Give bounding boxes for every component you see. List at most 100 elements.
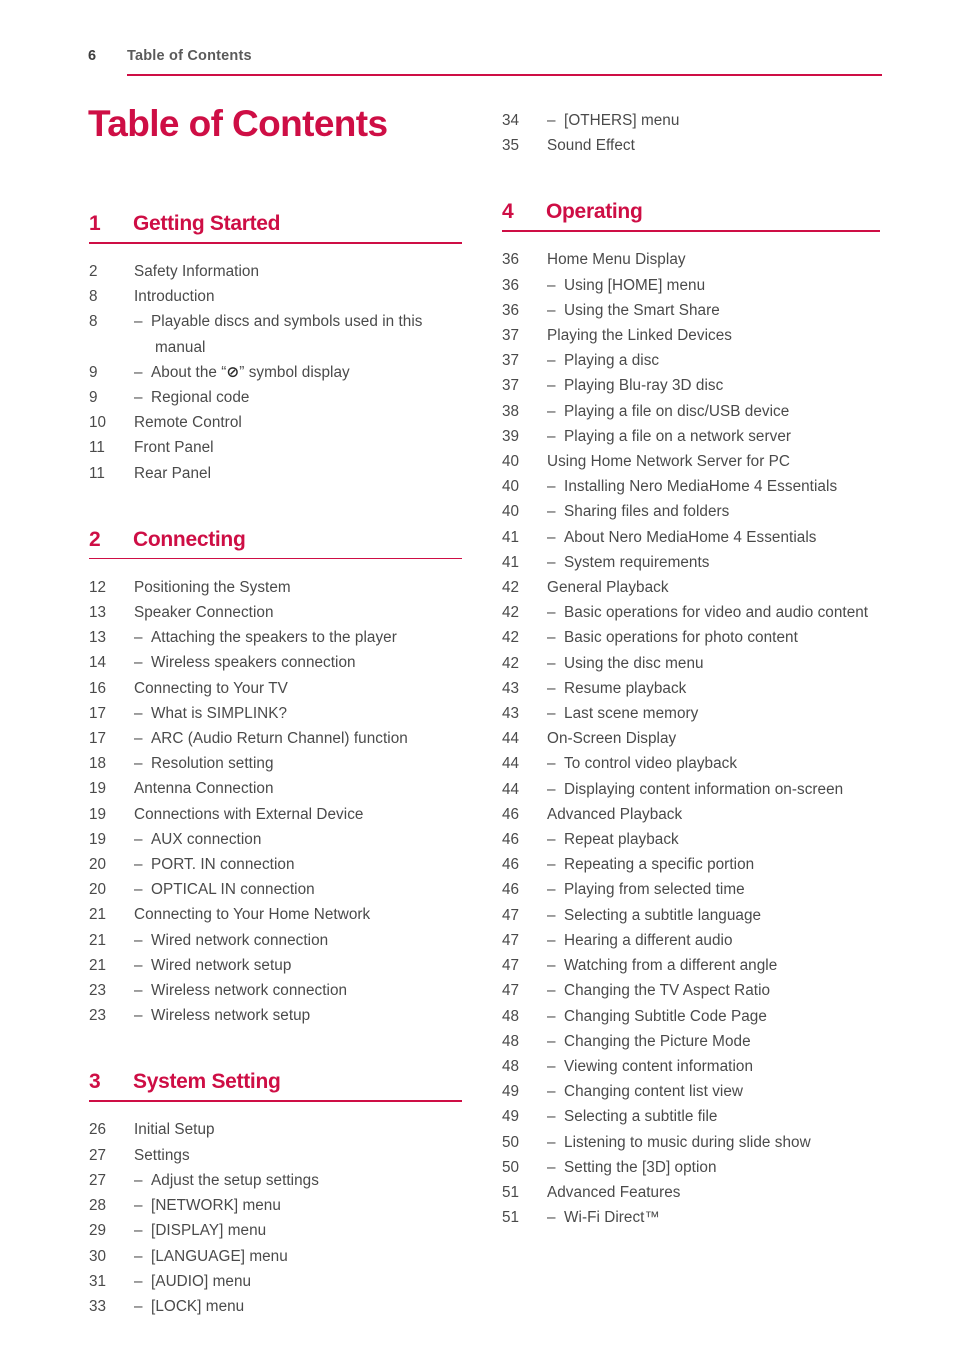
toc-entry-page-number: 10 <box>89 414 107 432</box>
toc-entry-page-number: 26 <box>89 1121 107 1139</box>
toc-entry[interactable]: 29 – [DISPLAY] menu <box>88 1218 464 1243</box>
toc-entry[interactable]: 42 – Basic operations for video and audio… <box>501 600 882 625</box>
toc-section: 4 Operating 36 Home Menu Display 36 – Using [… <box>501 200 882 1230</box>
toc-entry-title: – Sharing files and folders <box>547 503 730 521</box>
toc-entry[interactable]: 40 Using Home Network Server for PC <box>501 449 882 474</box>
toc-entry[interactable]: 46 – Playing from selected time <box>501 877 882 902</box>
toc-entry[interactable]: 42 – Using the disc menu <box>501 651 882 676</box>
toc-entry[interactable]: 48 – Changing Subtitle Code Page <box>501 1004 882 1029</box>
toc-entry[interactable]: 20 – OPTICAL IN connection <box>88 877 464 902</box>
toc-entry[interactable]: 37 Playing the Linked Devices <box>501 323 882 348</box>
toc-entry[interactable]: 47 – Watching from a different angle <box>501 953 882 978</box>
toc-entry-page-number: 40 <box>502 453 520 471</box>
toc-sub-dash: – <box>547 1108 565 1126</box>
toc-entry[interactable]: 48 – Viewing content information <box>501 1054 882 1079</box>
toc-entry[interactable]: 17 – What is SIMPLINK? <box>88 701 464 726</box>
toc-entry[interactable]: 31 – [AUDIO] menu <box>88 1269 464 1294</box>
toc-entry-title: – Playing a file on disc/USB device <box>547 402 790 420</box>
toc-entry[interactable]: 2 Safety Information <box>88 259 464 284</box>
toc-entry[interactable]: 19 – AUX connection <box>88 827 464 852</box>
toc-entry[interactable]: 12 Positioning the System <box>88 575 464 600</box>
toc-entry[interactable]: 17 – ARC (Audio Return Channel) function <box>88 726 464 751</box>
toc-sub-dash: – <box>547 604 565 622</box>
toc-entry[interactable]: 33 – [LOCK] menu <box>88 1294 464 1319</box>
toc-entry[interactable]: 49 – Changing content list view <box>501 1079 882 1104</box>
toc-entry[interactable]: 11 Rear Panel <box>88 461 464 486</box>
toc-entry[interactable]: 51 – Wi-Fi Direct™ <box>501 1205 882 1230</box>
toc-entry[interactable]: 19 Connections with External Device <box>88 802 464 827</box>
page-number: 6 <box>88 48 97 64</box>
toc-entry-title: – Repeating a specific portion <box>547 856 755 874</box>
toc-entry[interactable]: 42 General Playback <box>501 575 882 600</box>
toc-entry[interactable]: 13 – Attaching the speakers to the player <box>88 625 464 650</box>
toc-entry[interactable]: 13 Speaker Connection <box>88 600 464 625</box>
toc-entry[interactable]: 23 – Wireless network setup <box>88 1003 464 1028</box>
toc-entry[interactable]: 40 – Installing Nero MediaHome 4 Essentia… <box>501 474 882 499</box>
toc-entry[interactable]: 39 – Playing a file on a network server <box>501 424 882 449</box>
toc-entry[interactable]: 46 Advanced Playback <box>501 802 882 827</box>
toc-entry-page-number: 47 <box>502 931 520 949</box>
toc-entry[interactable]: 37 – Playing a disc <box>501 348 882 373</box>
toc-entry[interactable]: 8 Introduction <box>88 284 464 309</box>
toc-entry[interactable]: 41 – About Nero MediaHome 4 Essentials <box>501 525 882 550</box>
toc-entry[interactable]: 27 Settings <box>88 1143 464 1168</box>
toc-entry[interactable]: 49 – Selecting a subtitle file <box>501 1104 882 1129</box>
toc-entry-page-number: 13 <box>89 604 107 622</box>
toc-entry-title: Connections with External Device <box>134 805 364 823</box>
toc-entry-title: – Wireless network setup <box>134 1007 311 1025</box>
toc-entry[interactable]: 37 – Playing Blu-ray 3D disc <box>501 373 882 398</box>
toc-entry-title: – Adjust the setup settings <box>134 1171 319 1189</box>
toc-entry[interactable]: 34 – [OTHERS] menu <box>501 108 882 133</box>
toc-entry[interactable]: 36 – Using [HOME] menu <box>501 273 882 298</box>
toc-entry[interactable]: 20 – PORT. IN connection <box>88 852 464 877</box>
toc-entry[interactable]: 18 – Resolution setting <box>88 751 464 776</box>
toc-entry[interactable]: 48 – Changing the Picture Mode <box>501 1029 882 1054</box>
toc-entry[interactable]: 43 – Resume playback <box>501 676 882 701</box>
toc-entry[interactable]: 47 – Hearing a different audio <box>501 928 882 953</box>
toc-entry[interactable]: 43 – Last scene memory <box>501 701 882 726</box>
toc-entry[interactable]: 10 Remote Control <box>88 410 464 435</box>
toc-entry[interactable]: 26 Initial Setup <box>88 1117 464 1142</box>
toc-entry[interactable]: 21 – Wired network setup <box>88 953 464 978</box>
toc-entry[interactable]: 8 – Playable discs and symbols used in th… <box>88 309 464 359</box>
toc-entry-page-number: 37 <box>502 377 520 395</box>
toc-entry[interactable]: 46 – Repeat playback <box>501 827 882 852</box>
toc-entry[interactable]: 11 Front Panel <box>88 435 464 460</box>
toc-entry-title: Connecting to Your Home Network <box>134 906 371 924</box>
toc-column-left: 1 Getting Started 2 Safety Information 8 Intr… <box>88 212 464 1319</box>
toc-entry[interactable]: 19 Antenna Connection <box>88 776 464 801</box>
running-header-title: Table of Contents <box>127 48 252 64</box>
toc-sub-dash: – <box>134 1247 152 1265</box>
toc-entry[interactable]: 30 – [LANGUAGE] menu <box>88 1244 464 1269</box>
toc-entry[interactable]: 23 – Wireless network connection <box>88 978 464 1003</box>
toc-entry[interactable]: 50 – Setting the [3D] option <box>501 1155 882 1180</box>
toc-entry[interactable]: 47 – Selecting a subtitle language <box>501 903 882 928</box>
toc-entry[interactable]: 40 – Sharing files and folders <box>501 499 882 524</box>
toc-entry[interactable]: 47 – Changing the TV Aspect Ratio <box>501 978 882 1003</box>
toc-entry[interactable]: 44 On-Screen Display <box>501 726 882 751</box>
toc-entry[interactable]: 44 – Displaying content information on-sc… <box>501 777 882 802</box>
toc-entry[interactable]: 16 Connecting to Your TV <box>88 676 464 701</box>
toc-entry[interactable]: 38 – Playing a file on disc/USB device <box>501 399 882 424</box>
toc-entry-title: – Using the Smart Share <box>547 301 720 319</box>
toc-entry-title: – Selecting a subtitle language <box>547 906 762 924</box>
toc-entry-title: Home Menu Display <box>547 251 686 269</box>
toc-entry[interactable]: 44 – To control video playback <box>501 751 882 776</box>
toc-entry[interactable]: 27 – Adjust the setup settings <box>88 1168 464 1193</box>
toc-entry[interactable]: 51 Advanced Features <box>501 1180 882 1205</box>
toc-entry[interactable]: 46 – Repeating a specific portion <box>501 852 882 877</box>
toc-entry[interactable]: 36 – Using the Smart Share <box>501 298 882 323</box>
toc-entry[interactable]: 50 – Listening to music during slide show <box>501 1130 882 1155</box>
toc-entry[interactable]: 42 – Basic operations for photo content <box>501 625 882 650</box>
toc-entry[interactable]: 28 – [NETWORK] menu <box>88 1193 464 1218</box>
toc-entry[interactable]: 21 – Wired network connection <box>88 928 464 953</box>
toc-entry[interactable]: 41 – System requirements <box>501 550 882 575</box>
toc-entry[interactable]: 9 – Regional code <box>88 385 464 410</box>
toc-section-rule <box>502 230 880 232</box>
toc-entry[interactable]: 9 – About the “⊘” symbol display <box>88 360 464 385</box>
toc-entry[interactable]: 21 Connecting to Your Home Network <box>88 902 464 927</box>
toc-entry[interactable]: 14 – Wireless speakers connection <box>88 650 464 675</box>
toc-entry[interactable]: 36 Home Menu Display <box>501 247 882 272</box>
toc-entry[interactable]: 35 Sound Effect <box>501 133 882 158</box>
toc-entry-title: – Playable discs and symbols used in thi… <box>134 313 423 356</box>
